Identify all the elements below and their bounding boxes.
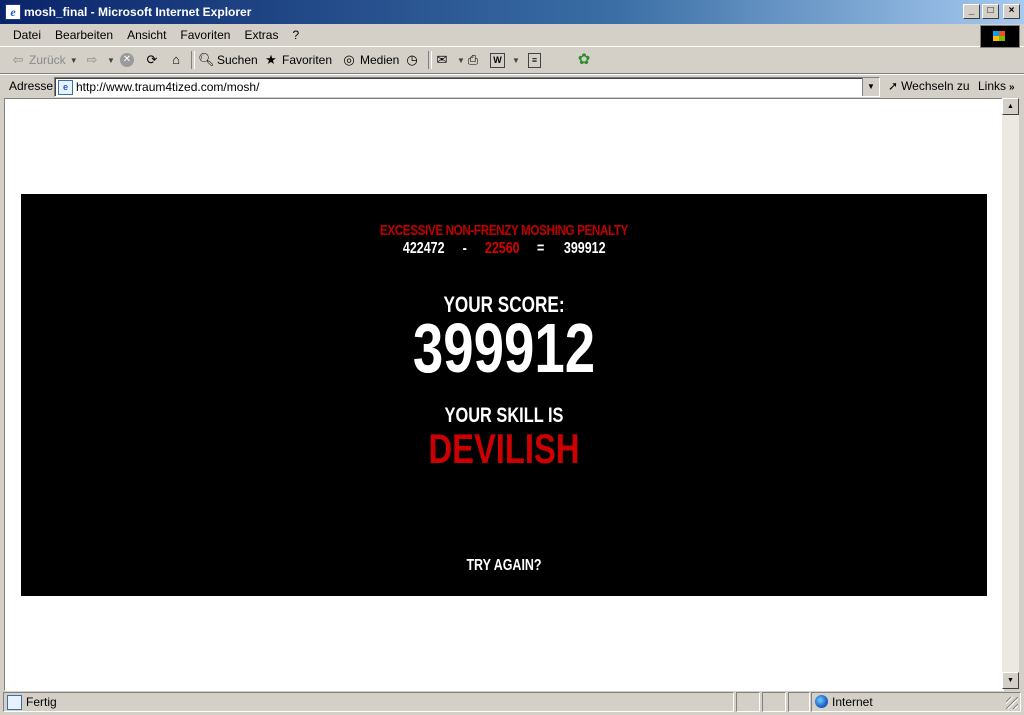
- links-label: Links: [978, 79, 1007, 93]
- chevron-right-icon: »: [1009, 82, 1015, 93]
- menu-tools[interactable]: Extras: [237, 28, 285, 42]
- mail-icon: ✉: [436, 52, 448, 67]
- try-again-button[interactable]: TRY AGAIN?: [127, 557, 880, 575]
- ie-logo-icon: e: [5, 4, 21, 20]
- media-icon: ◎: [343, 52, 355, 67]
- status-cell: [736, 692, 760, 712]
- menu-file[interactable]: Datei: [6, 28, 48, 42]
- minimize-button[interactable]: _: [963, 4, 980, 19]
- flower-icon: ✿: [577, 51, 591, 68]
- status-bar: Fertig Internet: [0, 690, 1024, 715]
- history-icon: ◷: [406, 52, 418, 67]
- address-dropdown-icon[interactable]: ▼: [862, 78, 879, 96]
- back-button[interactable]: ⇦ Zurück ▼: [10, 51, 78, 69]
- back-dropdown-icon[interactable]: ▼: [70, 56, 78, 65]
- word-edit-icon: W: [490, 52, 505, 68]
- maximize-button[interactable]: □: [982, 4, 999, 19]
- status-cell: [788, 692, 810, 712]
- mail-dropdown-icon[interactable]: ▼: [457, 56, 465, 65]
- address-label: Adresse: [9, 79, 54, 93]
- window-controls: _ □ ×: [963, 4, 1020, 19]
- browser-viewport: EXCESSIVE NON-FRENZY MOSHING PENALTY 422…: [4, 98, 1004, 691]
- close-button[interactable]: ×: [1003, 4, 1020, 19]
- address-input[interactable]: e http://www.traum4tized.com/mosh/ ▼: [54, 77, 880, 97]
- scroll-down-icon[interactable]: ▼: [1002, 672, 1019, 689]
- penalty-title: EXCESSIVE NON-FRENZY MOSHING PENALTY: [379, 222, 629, 239]
- forward-arrow-icon: ⇨: [86, 52, 98, 67]
- game-results-panel: EXCESSIVE NON-FRENZY MOSHING PENALTY 422…: [21, 194, 987, 596]
- zone-cell: Internet: [811, 692, 1021, 712]
- forward-button[interactable]: ⇨ ▼: [84, 51, 115, 69]
- messenger-button[interactable]: ✿: [576, 51, 595, 69]
- net-score: 399912: [563, 240, 606, 257]
- go-label: Wechseln zu: [901, 79, 970, 93]
- media-button[interactable]: ◎ Medien: [341, 51, 399, 69]
- edit-dropdown-icon[interactable]: ▼: [512, 56, 520, 65]
- edit-button[interactable]: W ▼: [490, 51, 520, 69]
- history-button[interactable]: ◷: [404, 51, 423, 69]
- resize-grip-icon[interactable]: [1006, 697, 1018, 709]
- back-label: Zurück: [29, 53, 66, 67]
- address-url[interactable]: http://www.traum4tized.com/mosh/: [76, 80, 259, 94]
- raw-score: 422472: [402, 240, 445, 257]
- go-arrow-icon: ➚: [888, 79, 899, 93]
- favorites-icon: ★: [265, 52, 277, 67]
- menu-view[interactable]: Ansicht: [120, 28, 173, 42]
- windows-logo-icon: [980, 25, 1020, 48]
- go-button[interactable]: ➚ Wechseln zu: [888, 79, 970, 93]
- links-button[interactable]: Links»: [978, 79, 1015, 93]
- mail-button[interactable]: ✉ ▼: [434, 51, 465, 69]
- toolbar-separator: [191, 51, 195, 69]
- favorites-label: Favoriten: [282, 53, 333, 67]
- menu-edit[interactable]: Bearbeiten: [48, 28, 120, 42]
- address-bar: Adresse e http://www.traum4tized.com/mos…: [0, 74, 1024, 98]
- zone-label: Internet: [832, 695, 873, 709]
- toolbar: ⇦ Zurück ▼ ⇨ ▼ ✕ ⟳ ⌂ 🔍︎ Suchen ★ Favorit…: [0, 47, 1024, 74]
- stop-icon: ✕: [120, 53, 134, 67]
- page-icon: [7, 695, 22, 710]
- search-label: Suchen: [217, 53, 258, 67]
- forward-dropdown-icon[interactable]: ▼: [107, 56, 115, 65]
- scroll-up-icon[interactable]: ▲: [1002, 98, 1019, 115]
- vertical-scrollbar[interactable]: ▲ ▼: [1002, 98, 1019, 689]
- penalty-value: 22560: [484, 240, 520, 257]
- print-icon: ⎙: [467, 52, 479, 67]
- stop-button[interactable]: ✕: [120, 51, 137, 69]
- refresh-button[interactable]: ⟳: [144, 51, 163, 69]
- globe-icon: [815, 695, 828, 708]
- search-button[interactable]: 🔍︎ Suchen: [198, 51, 258, 69]
- home-icon: ⌂: [172, 52, 180, 67]
- menu-favorites[interactable]: Favoriten: [173, 28, 237, 42]
- menu-help[interactable]: ?: [285, 28, 306, 42]
- minus-sign: -: [462, 240, 468, 257]
- equals-sign: =: [537, 240, 545, 257]
- skill-rating: DEVILISH: [428, 425, 580, 472]
- menu-bar: Datei Bearbeiten Ansicht Favoriten Extra…: [0, 24, 1024, 48]
- page-icon: e: [58, 80, 73, 95]
- search-icon: 🔍︎: [198, 52, 215, 67]
- refresh-icon: ⟳: [146, 52, 158, 67]
- print-button[interactable]: ⎙: [465, 51, 484, 69]
- media-label: Medien: [360, 53, 400, 67]
- status-cell: [762, 692, 786, 712]
- window-title: mosh_final - Microsoft Internet Explorer: [24, 5, 252, 19]
- final-score: 399912: [412, 309, 596, 387]
- favorites-button[interactable]: ★ Favoriten: [263, 51, 332, 69]
- home-button[interactable]: ⌂: [168, 51, 187, 69]
- back-arrow-icon: ⇦: [12, 52, 24, 67]
- discuss-button[interactable]: ≡: [528, 51, 544, 69]
- status-text: Fertig: [26, 695, 57, 709]
- status-text-cell: Fertig: [3, 692, 734, 712]
- notepad-icon: ≡: [528, 52, 541, 68]
- title-bar: e mosh_final - Microsoft Internet Explor…: [0, 0, 1024, 24]
- toolbar-separator: [428, 51, 432, 69]
- penalty-calculation: 422472 - 22560 = 399912: [21, 240, 987, 258]
